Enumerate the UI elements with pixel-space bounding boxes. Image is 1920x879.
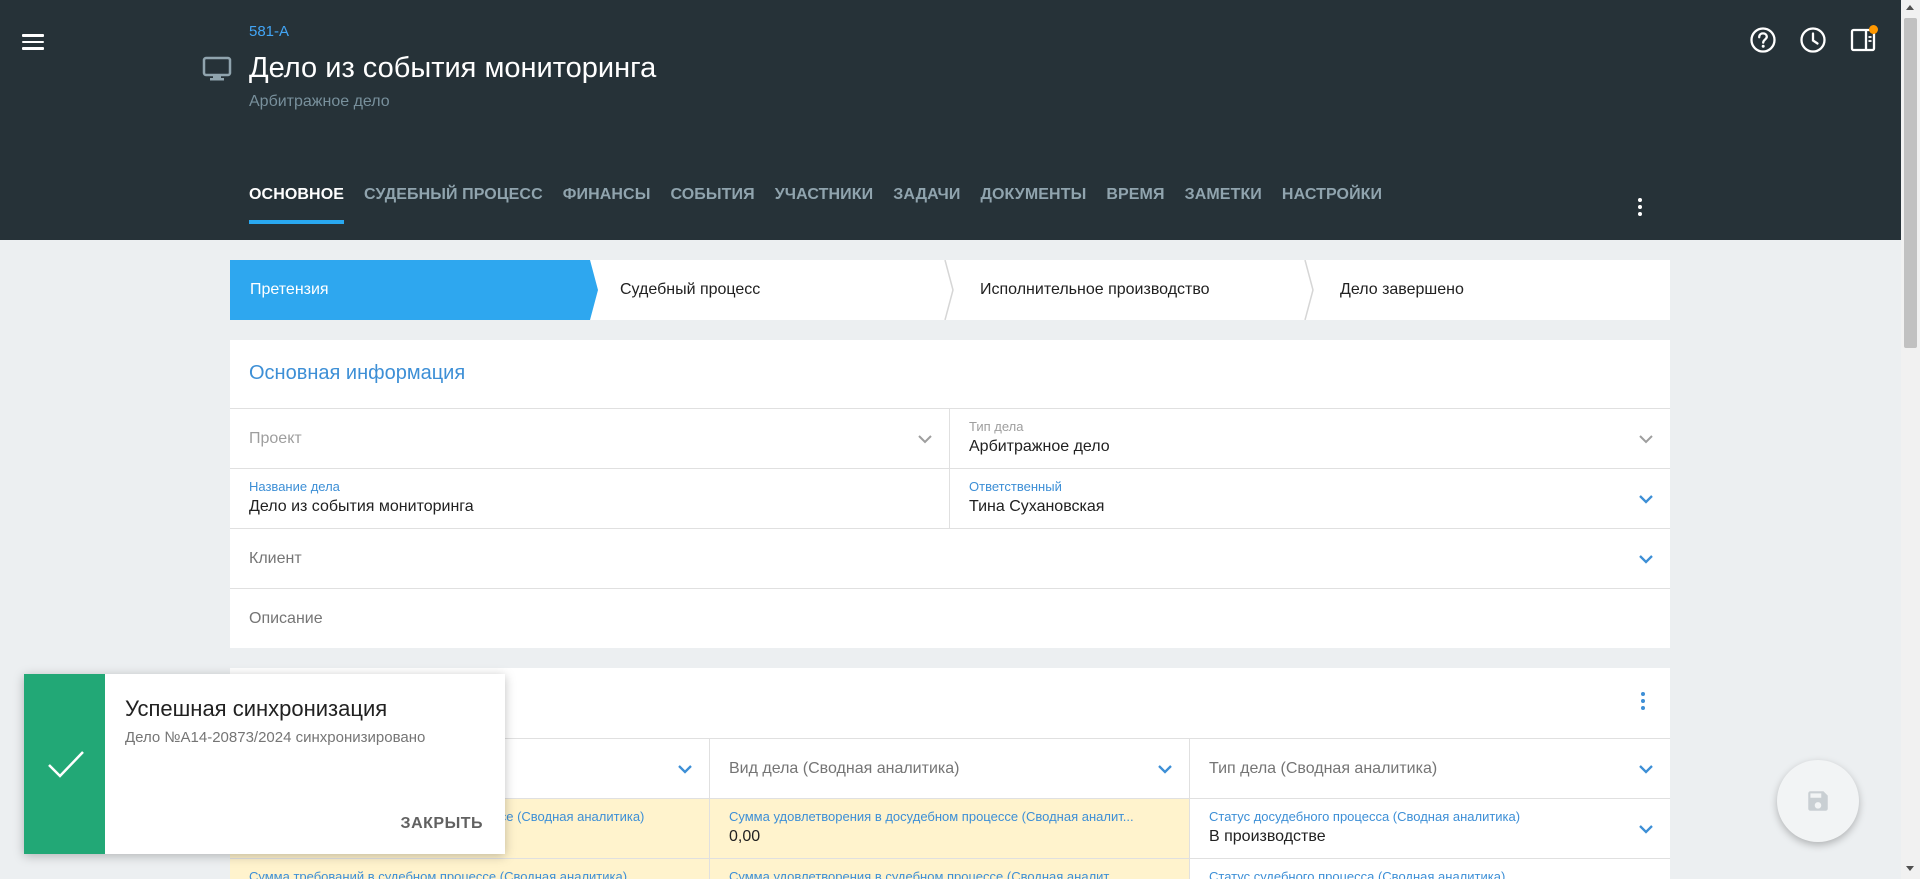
more-vert-icon[interactable] bbox=[1636, 692, 1650, 716]
field-value: 0,00 bbox=[729, 828, 761, 845]
responsible-select[interactable]: Ответственный Тина Сухановская bbox=[950, 469, 1670, 528]
header-actions bbox=[1749, 25, 1878, 54]
field-label: Ответственный bbox=[969, 479, 1062, 494]
tab-bar: ОСНОВНОЕ СУДЕБНЫЙ ПРОЦЕСС ФИНАНСЫ СОБЫТИ… bbox=[249, 186, 1402, 224]
hamburger-menu-icon[interactable] bbox=[21, 30, 45, 50]
field-value: Арбитражное дело bbox=[969, 438, 1110, 455]
stage-stepper: Претензия Судебный процесс Исполнительно… bbox=[230, 260, 1670, 320]
page-scrollbar[interactable] bbox=[1901, 0, 1920, 879]
chevron-down-icon bbox=[1639, 825, 1653, 834]
step-divider-icon bbox=[1304, 260, 1314, 320]
chevron-down-icon bbox=[1158, 765, 1172, 774]
tab-court-process[interactable]: СУДЕБНЫЙ ПРОЦЕСС bbox=[364, 186, 543, 224]
field-placeholder: Вид дела (Сводная аналитика) bbox=[729, 760, 960, 777]
step-divider-icon bbox=[944, 260, 954, 320]
case-kind-analytics-select[interactable]: Вид дела (Сводная аналитика) bbox=[710, 739, 1190, 798]
tab-events[interactable]: СОБЫТИЯ bbox=[670, 186, 754, 224]
page-title: Дело из события мониторинга bbox=[249, 52, 657, 84]
pretrial-satisfaction-amount-field[interactable]: Сумма удовлетворения в досудебном процес… bbox=[710, 799, 1190, 858]
field-value: В производстве bbox=[1209, 828, 1326, 845]
card-title: Основная информация bbox=[249, 362, 466, 384]
step-label: Судебный процесс bbox=[620, 281, 761, 298]
field-label: Статус судебного процесса (Сводная анали… bbox=[1209, 869, 1506, 879]
field-label: Название дела bbox=[249, 479, 340, 494]
toast-message: Дело №А14-20873/2024 синхронизировано bbox=[125, 729, 426, 746]
step-claim[interactable]: Претензия bbox=[230, 260, 588, 320]
tab-time[interactable]: ВРЕМЯ bbox=[1106, 186, 1164, 224]
case-type-select[interactable]: Тип дела Арбитражное дело bbox=[950, 409, 1670, 468]
chevron-down-icon bbox=[1639, 765, 1653, 774]
field-value: Тина Сухановская bbox=[969, 498, 1105, 515]
field-row: Название дела Дело из события мониторинг… bbox=[230, 468, 1670, 528]
field-label: Сумма удовлетворения в досудебном процес… bbox=[729, 809, 1134, 824]
field-row: Сумма требований в судебном процессе (Св… bbox=[230, 858, 1670, 879]
field-label: Статус досудебного процесса (Сводная ана… bbox=[1209, 809, 1521, 824]
court-status-select[interactable]: Статус судебного процесса (Сводная анали… bbox=[1190, 859, 1670, 879]
court-claim-amount-field[interactable]: Сумма требований в судебном процессе (Св… bbox=[230, 859, 710, 879]
chevron-down-icon bbox=[1639, 435, 1653, 444]
success-toast: Успешная синхронизация Дело №А14-20873/2… bbox=[24, 674, 505, 854]
save-icon bbox=[1808, 791, 1828, 811]
case-type-analytics-select[interactable]: Тип дела (Сводная аналитика) bbox=[1190, 739, 1670, 798]
tab-notes[interactable]: ЗАМЕТКИ bbox=[1185, 186, 1262, 224]
project-select[interactable]: Проект bbox=[230, 409, 950, 468]
field-placeholder: Тип дела (Сводная аналитика) bbox=[1209, 760, 1438, 777]
case-number: 581-А bbox=[249, 23, 290, 40]
scroll-thumb[interactable] bbox=[1904, 18, 1917, 348]
save-button[interactable] bbox=[1777, 760, 1859, 842]
client-select[interactable]: Клиент bbox=[230, 529, 1670, 588]
tab-main[interactable]: ОСНОВНОЕ bbox=[249, 186, 345, 224]
step-label: Исполнительное производство bbox=[980, 281, 1210, 298]
field-label: Сумма удовлетворения в судебном процессе… bbox=[729, 869, 1119, 879]
scroll-down-icon[interactable] bbox=[1906, 866, 1914, 871]
case-name-field[interactable]: Название дела Дело из события мониторинг… bbox=[230, 469, 950, 528]
notification-badge bbox=[1869, 25, 1878, 34]
chevron-down-icon bbox=[1639, 555, 1653, 564]
court-satisfaction-amount-field[interactable]: Сумма удовлетворения в судебном процессе… bbox=[710, 859, 1190, 879]
field-row: Описание bbox=[230, 588, 1670, 648]
main-info-card: Основная информация Проект Тип дела Арби… bbox=[230, 340, 1670, 648]
tab-participants[interactable]: УЧАСТНИКИ bbox=[775, 186, 874, 224]
field-label: ессе (Сводная аналитика) bbox=[486, 809, 645, 824]
help-icon[interactable] bbox=[1749, 26, 1777, 54]
field-placeholder: Клиент bbox=[249, 550, 302, 567]
tab-tasks[interactable]: ЗАДАЧИ bbox=[893, 186, 960, 224]
step-enforcement[interactable]: Исполнительное производство bbox=[956, 260, 1306, 320]
history-clock-icon[interactable] bbox=[1799, 26, 1827, 54]
field-value: Дело из события мониторинга bbox=[249, 498, 474, 515]
step-label: Дело завершено bbox=[1340, 281, 1464, 298]
field-row: Проект Тип дела Арбитражное дело bbox=[230, 408, 1670, 468]
tab-documents[interactable]: ДОКУМЕНТЫ bbox=[981, 186, 1087, 224]
monitor-icon bbox=[202, 56, 232, 81]
check-icon bbox=[48, 751, 84, 778]
step-completed[interactable]: Дело завершено bbox=[1316, 260, 1666, 320]
more-vert-icon[interactable] bbox=[1630, 198, 1650, 222]
page-subtitle: Арбитражное дело bbox=[249, 93, 390, 110]
chevron-down-icon bbox=[678, 765, 692, 774]
app-header: 581-А Дело из события мониторинга Арбитр… bbox=[0, 0, 1901, 240]
tab-settings[interactable]: НАСТРОЙКИ bbox=[1282, 186, 1382, 224]
toast-status-strip bbox=[24, 674, 105, 854]
side-panel-icon[interactable] bbox=[1849, 25, 1878, 54]
field-label: Сумма требований в судебном процессе (Св… bbox=[249, 869, 628, 879]
toast-close-button[interactable]: ЗАКРЫТЬ bbox=[401, 815, 483, 833]
toast-title: Успешная синхронизация bbox=[125, 696, 388, 721]
step-court[interactable]: Судебный процесс bbox=[596, 260, 946, 320]
field-placeholder: Описание bbox=[249, 610, 323, 627]
description-field[interactable]: Описание bbox=[230, 589, 1670, 648]
field-label: Тип дела bbox=[969, 419, 1024, 434]
tab-finance[interactable]: ФИНАНСЫ bbox=[563, 186, 651, 224]
chevron-down-icon bbox=[918, 435, 932, 444]
chevron-down-icon bbox=[1639, 495, 1653, 504]
scroll-up-icon[interactable] bbox=[1906, 5, 1914, 10]
field-row: Клиент bbox=[230, 528, 1670, 588]
field-placeholder: Проект bbox=[249, 430, 302, 447]
pretrial-status-select[interactable]: Статус досудебного процесса (Сводная ана… bbox=[1190, 799, 1670, 858]
step-label: Претензия bbox=[250, 281, 329, 298]
